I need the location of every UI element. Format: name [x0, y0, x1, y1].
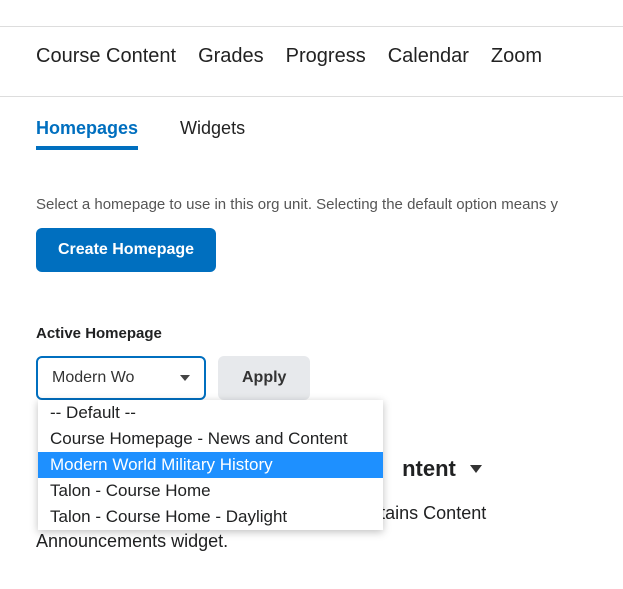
nav-calendar[interactable]: Calendar [388, 45, 469, 68]
chevron-down-icon [470, 465, 482, 473]
homepage-dropdown[interactable]: Modern Wo [36, 356, 206, 400]
dropdown-option-news-content[interactable]: Course Homepage - News and Content [38, 426, 383, 452]
main-nav: Course Content Grades Progress Calendar … [36, 45, 542, 68]
homepage-description: Select a homepage to use in this org uni… [36, 196, 558, 213]
nav-divider [0, 96, 623, 97]
tab-homepages[interactable]: Homepages [36, 118, 138, 150]
dropdown-display-value: Modern Wo [52, 369, 134, 387]
sub-nav: Homepages Widgets [36, 118, 245, 150]
nav-course-content[interactable]: Course Content [36, 45, 176, 68]
create-homepage-button[interactable]: Create Homepage [36, 228, 216, 272]
dropdown-option-talon-home[interactable]: Talon - Course Home [38, 478, 383, 504]
nav-zoom[interactable]: Zoom [491, 45, 542, 68]
top-divider [0, 26, 623, 27]
apply-button[interactable]: Apply [218, 356, 310, 400]
chevron-down-icon [180, 375, 190, 381]
heading-text-fragment: ntent [402, 456, 456, 482]
dropdown-option-default[interactable]: -- Default -- [38, 400, 383, 426]
nav-grades[interactable]: Grades [198, 45, 264, 68]
tab-widgets[interactable]: Widgets [180, 118, 245, 150]
homepage-dropdown-list: -- Default -- Course Homepage - News and… [38, 400, 383, 530]
dropdown-option-modern-world[interactable]: Modern World Military History [38, 452, 383, 478]
active-homepage-label: Active Homepage [36, 325, 162, 342]
dropdown-option-talon-daylight[interactable]: Talon - Course Home - Daylight [38, 504, 383, 530]
nav-progress[interactable]: Progress [286, 45, 366, 68]
homepage-select-row: Modern Wo Apply [36, 356, 310, 400]
